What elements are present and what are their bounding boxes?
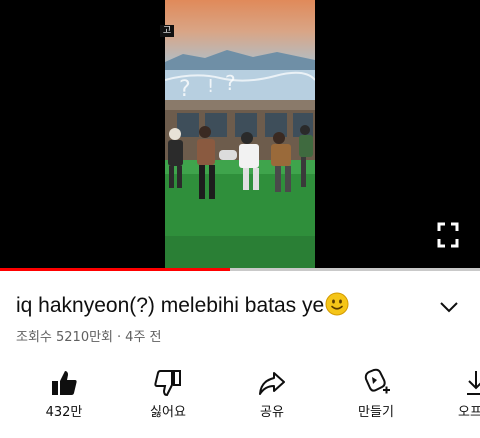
download-icon (467, 371, 480, 395)
download-label: 오프라 (458, 405, 480, 420)
chevron-down-icon (440, 302, 458, 313)
create-button[interactable]: 만들기 (336, 364, 416, 434)
upload-age: 4주 전 (125, 330, 162, 345)
video-title-text: iq haknyeon(?) melebihi batas ye (16, 294, 325, 317)
dislike-button[interactable]: 싫어요 (128, 364, 208, 434)
video-metadata[interactable]: 조회수 5210만회 · 4주 전 (16, 328, 162, 348)
progress-bar[interactable] (0, 268, 480, 271)
video-title[interactable]: iq haknyeon(?) melebihi batas ye (16, 292, 349, 320)
video-thumbnail-scene: ? ! ? (165, 0, 315, 268)
share-button[interactable]: 공유 (232, 364, 312, 434)
svg-text:!: ! (207, 76, 214, 97)
video-frame[interactable]: ? ! ? (165, 0, 315, 268)
thumbs-down-icon (154, 370, 181, 397)
thumbs-up-filled-icon (52, 371, 77, 395)
title-row[interactable]: iq haknyeon(?) melebihi batas ye (0, 290, 480, 326)
expand-description-button[interactable] (436, 296, 462, 318)
progress-bar-fill (0, 268, 231, 271)
fullscreen-button[interactable] (436, 221, 460, 249)
slightly-smiling-face-icon (325, 292, 349, 316)
like-button[interactable]: 432만 (24, 364, 104, 434)
dislike-label: 싫어요 (150, 405, 186, 420)
svg-text:?: ? (179, 77, 191, 102)
video-corner-label: 고 (160, 25, 174, 37)
fullscreen-icon (437, 222, 459, 248)
create-remix-icon (364, 368, 390, 394)
like-count: 432만 (45, 405, 83, 420)
share-label: 공유 (260, 405, 284, 420)
create-label: 만들기 (358, 405, 394, 420)
view-count: 조회수 5210만회 (16, 330, 114, 345)
svg-text:?: ? (225, 71, 236, 95)
action-bar: 432만 싫어요 공유 만들기 오프라 (0, 364, 480, 438)
meta-separator: · (117, 330, 122, 345)
download-button[interactable]: 오프라 (436, 364, 480, 434)
video-player[interactable]: ? ! ? 고 (0, 0, 480, 268)
share-arrow-icon (259, 372, 285, 395)
